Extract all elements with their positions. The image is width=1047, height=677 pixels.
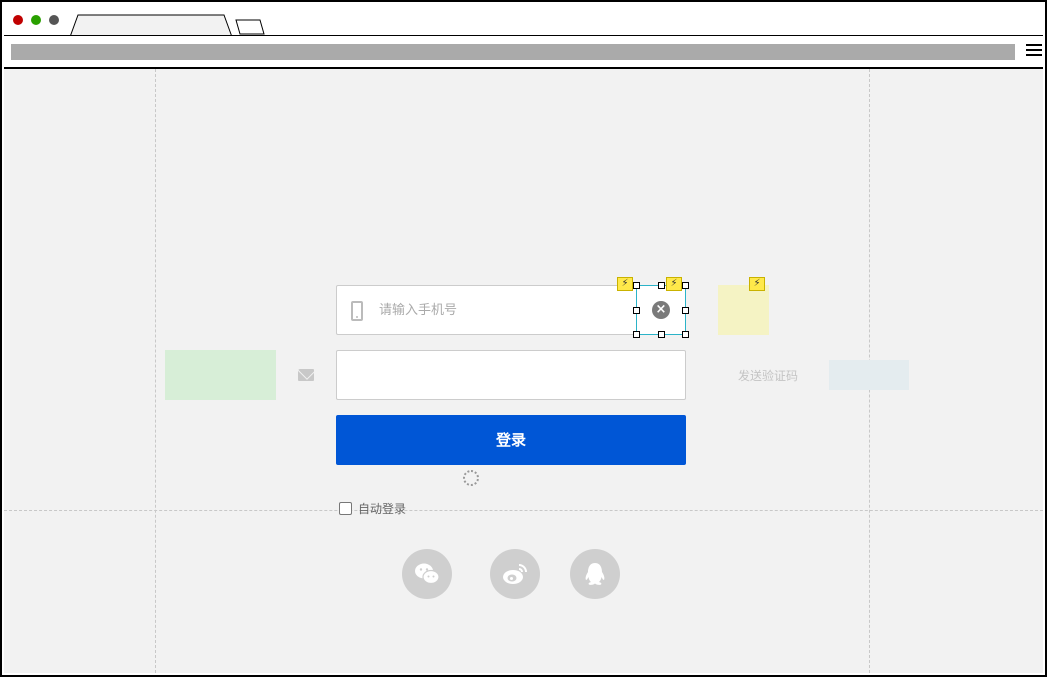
verification-code-field bbox=[336, 350, 686, 400]
placeholder-rect-blue bbox=[829, 360, 909, 390]
resize-handle[interactable] bbox=[682, 331, 689, 338]
loading-spinner-icon bbox=[463, 470, 479, 486]
guide-line-vertical bbox=[155, 69, 156, 673]
phone-input[interactable] bbox=[373, 287, 623, 333]
auto-login-label: 自动登录 bbox=[358, 501, 407, 516]
mobile-phone-icon bbox=[351, 301, 363, 321]
guide-line-horizontal bbox=[4, 510, 1043, 511]
hamburger-menu-icon[interactable] bbox=[1026, 44, 1042, 58]
resize-handle[interactable] bbox=[633, 282, 640, 289]
close-window-dot[interactable] bbox=[13, 15, 23, 25]
lightning-badge-icon[interactable]: ⚡ bbox=[749, 277, 765, 291]
resize-handle[interactable] bbox=[682, 282, 689, 289]
page-viewport: × ⚡ ⚡ ⚡ 发送验证码 登录 自动登录 bbox=[4, 67, 1043, 673]
qq-icon bbox=[585, 563, 605, 585]
auto-login-checkbox[interactable] bbox=[339, 501, 352, 515]
login-button[interactable]: 登录 bbox=[336, 415, 686, 465]
lightning-badge-icon[interactable]: ⚡ bbox=[666, 277, 682, 291]
resize-handle[interactable] bbox=[658, 282, 665, 289]
qq-login-button[interactable] bbox=[570, 549, 620, 599]
lightning-badge-icon[interactable]: ⚡ bbox=[617, 277, 633, 291]
resize-handle[interactable] bbox=[633, 307, 640, 314]
address-bar[interactable] bbox=[11, 44, 1015, 60]
placeholder-rect-green bbox=[165, 350, 276, 400]
resize-handle[interactable] bbox=[633, 331, 640, 338]
placeholder-rect-yellow bbox=[718, 285, 769, 335]
new-tab-button[interactable] bbox=[235, 18, 265, 35]
weibo-icon bbox=[503, 564, 527, 584]
weibo-login-button[interactable] bbox=[490, 549, 540, 599]
address-bar-area bbox=[4, 35, 1043, 65]
wechat-login-button[interactable] bbox=[402, 549, 452, 599]
minimize-window-dot[interactable] bbox=[49, 15, 59, 25]
verification-code-input[interactable] bbox=[337, 351, 685, 399]
wechat-icon bbox=[415, 563, 440, 585]
tab-bar bbox=[4, 4, 1043, 38]
auto-login-option[interactable]: 自动登录 bbox=[339, 500, 406, 516]
maximize-window-dot[interactable] bbox=[31, 15, 41, 25]
clear-icon[interactable]: × bbox=[652, 301, 670, 319]
resize-handle[interactable] bbox=[682, 307, 689, 314]
resize-handle[interactable] bbox=[658, 331, 665, 338]
clear-button-selection[interactable]: × bbox=[633, 282, 689, 338]
send-code-link[interactable]: 发送验证码 bbox=[738, 367, 798, 384]
envelope-icon bbox=[298, 369, 314, 381]
